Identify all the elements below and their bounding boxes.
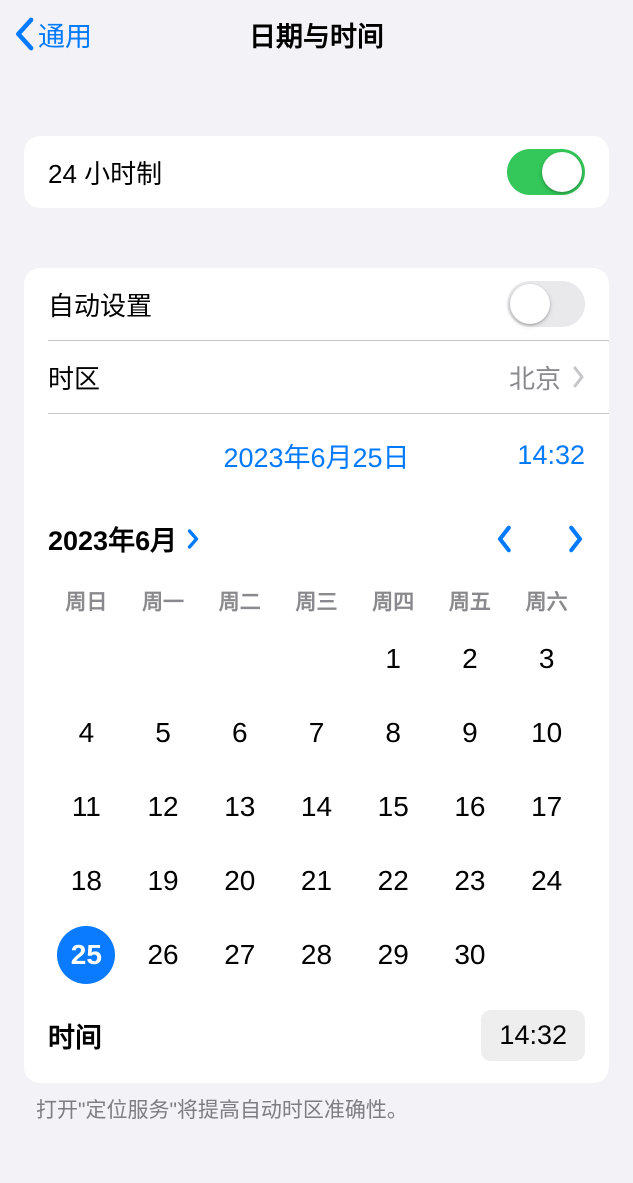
weekday-mon: 周一 (125, 580, 202, 622)
calendar-day-empty (48, 622, 125, 696)
calendar-day[interactable]: 26 (125, 918, 202, 992)
value-timezone: 北京 (509, 359, 561, 396)
group-24-hour: 24 小时制 (24, 136, 609, 208)
calendar-day[interactable]: 15 (355, 770, 432, 844)
label-auto-set: 自动设置 (48, 286, 152, 323)
calendar-day[interactable]: 6 (201, 696, 278, 770)
chevron-right-icon (571, 365, 585, 389)
calendar-day-empty (125, 622, 202, 696)
weekday-thu: 周四 (355, 580, 432, 622)
calendar-day[interactable]: 29 (355, 918, 432, 992)
label-timezone: 时区 (48, 359, 100, 396)
time-row: 时间 14:32 (24, 996, 609, 1083)
time-picker[interactable]: 14:32 (481, 1010, 585, 1061)
calendar-day[interactable]: 27 (201, 918, 278, 992)
calendar-day[interactable]: 1 (355, 622, 432, 696)
back-button[interactable]: 通用 (0, 15, 92, 54)
weekday-header: 周日 周一 周二 周三 周四 周五 周六 (24, 580, 609, 622)
calendar-day[interactable]: 12 (125, 770, 202, 844)
chevron-left-icon (14, 17, 34, 51)
footer-note: 打开"定位服务"将提高自动时区准确性。 (36, 1097, 597, 1125)
row-timezone[interactable]: 时区 北京 (24, 341, 609, 413)
calendar-day[interactable]: 24 (508, 844, 585, 918)
row-date-time-display: 2023年6月25日 14:32 (24, 414, 609, 499)
calendar-day[interactable]: 18 (48, 844, 125, 918)
page-title: 日期与时间 (0, 15, 633, 54)
selected-date-display[interactable]: 2023年6月25日 (182, 436, 451, 475)
calendar-day[interactable]: 20 (201, 844, 278, 918)
chevron-right-icon (185, 527, 200, 551)
weekday-fri: 周五 (432, 580, 509, 622)
back-label: 通用 (38, 15, 92, 54)
calendar-day[interactable]: 9 (432, 696, 509, 770)
weekday-sat: 周六 (508, 580, 585, 622)
selected-time-display[interactable]: 14:32 (451, 440, 585, 471)
group-date-time: 自动设置 时区 北京 2023年6月25日 14:32 2023年6月 (24, 268, 609, 1083)
calendar-day[interactable]: 21 (278, 844, 355, 918)
toggle-24-hour[interactable] (507, 149, 585, 195)
calendar-day[interactable]: 22 (355, 844, 432, 918)
calendar-day[interactable]: 8 (355, 696, 432, 770)
calendar-day[interactable]: 30 (432, 918, 509, 992)
calendar-day[interactable]: 19 (125, 844, 202, 918)
weekday-wed: 周三 (278, 580, 355, 622)
navbar: 通用 日期与时间 (0, 0, 633, 68)
calendar-day[interactable]: 25 (48, 918, 125, 992)
calendar-month-bar: 2023年6月 (24, 499, 609, 564)
calendar-day[interactable]: 17 (508, 770, 585, 844)
toggle-auto-set[interactable] (507, 281, 585, 327)
calendar-day[interactable]: 3 (508, 622, 585, 696)
weekday-sun: 周日 (48, 580, 125, 622)
calendar-day[interactable]: 23 (432, 844, 509, 918)
calendar-day-empty (278, 622, 355, 696)
calendar-day-empty (201, 622, 278, 696)
calendar-day[interactable]: 2 (432, 622, 509, 696)
time-label: 时间 (48, 1016, 102, 1055)
calendar-grid: 1234567891011121314151617181920212223242… (24, 622, 609, 996)
calendar-day[interactable]: 13 (201, 770, 278, 844)
prev-month-button[interactable] (495, 524, 515, 554)
calendar-day[interactable]: 10 (508, 696, 585, 770)
calendar-day[interactable]: 11 (48, 770, 125, 844)
chevron-right-icon (565, 524, 585, 554)
chevron-left-icon (495, 524, 515, 554)
calendar-day[interactable]: 14 (278, 770, 355, 844)
month-picker-button[interactable]: 2023年6月 (48, 519, 200, 558)
label-24-hour: 24 小时制 (48, 154, 162, 191)
calendar-day[interactable]: 28 (278, 918, 355, 992)
month-title: 2023年6月 (48, 519, 177, 558)
row-24-hour: 24 小时制 (24, 136, 609, 208)
month-nav (495, 524, 585, 554)
calendar-day[interactable]: 5 (125, 696, 202, 770)
calendar-day[interactable]: 7 (278, 696, 355, 770)
calendar-day[interactable]: 16 (432, 770, 509, 844)
calendar-day[interactable]: 4 (48, 696, 125, 770)
next-month-button[interactable] (565, 524, 585, 554)
weekday-tue: 周二 (201, 580, 278, 622)
row-auto-set: 自动设置 (24, 268, 609, 340)
